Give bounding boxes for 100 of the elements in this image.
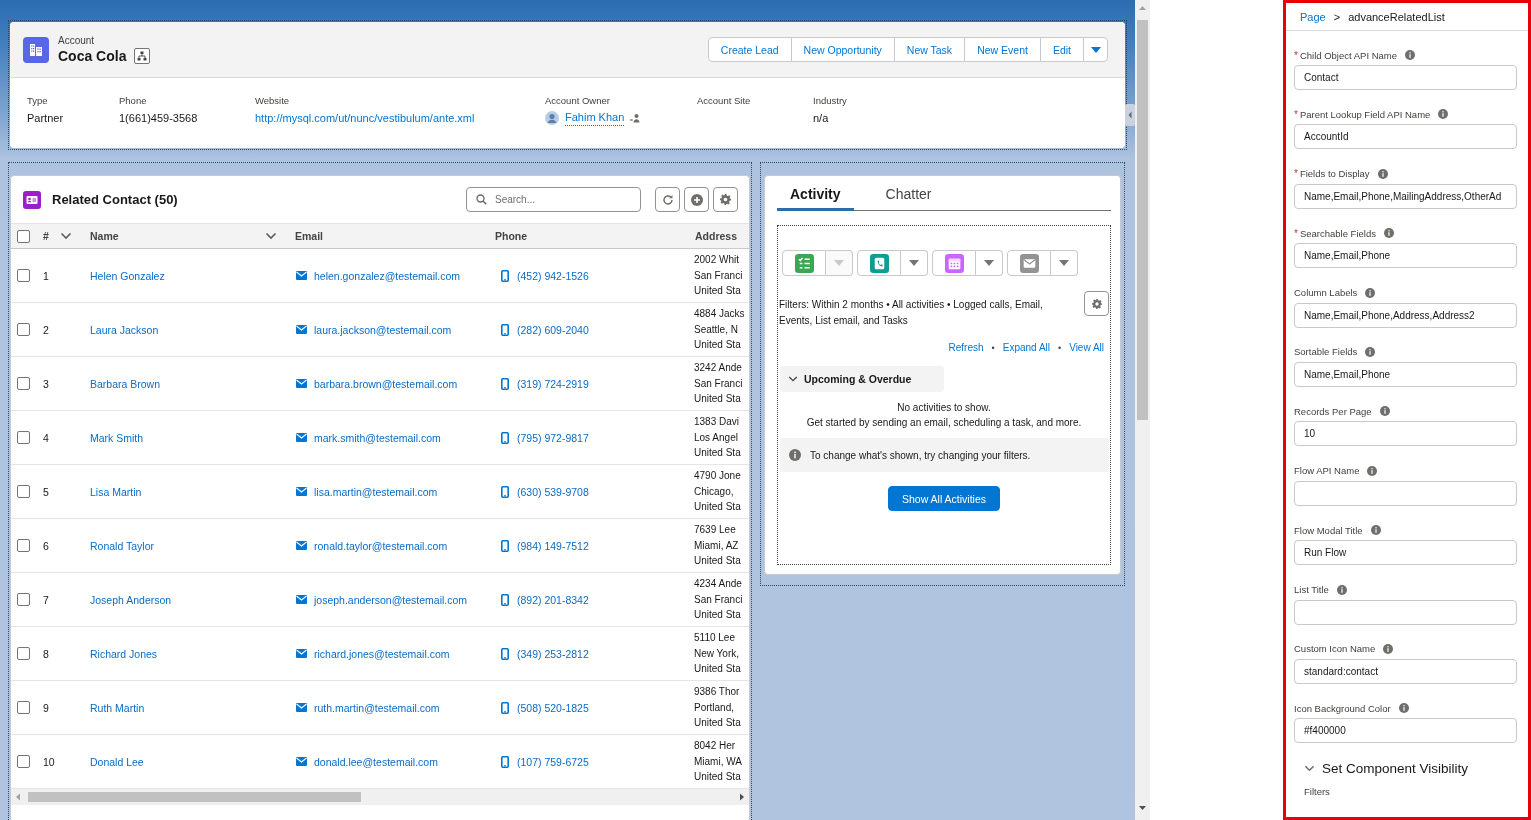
collapse-handle[interactable] — [1125, 104, 1135, 126]
action-button[interactable]: New Opportunity — [790, 37, 895, 62]
action-button[interactable]: New Task — [893, 37, 966, 62]
email-link[interactable]: richard.jones@testemail.com — [314, 647, 450, 660]
phone-link[interactable]: (892) 201-8342 — [517, 593, 589, 606]
info-icon — [1438, 109, 1449, 120]
contact-name-link[interactable]: Ruth Martin — [90, 701, 145, 714]
composer-menu-button[interactable] — [901, 250, 928, 276]
checkbox[interactable] — [17, 269, 30, 282]
search-field[interactable]: Search... — [466, 187, 641, 212]
envelope-icon — [296, 541, 307, 550]
checkbox[interactable] — [17, 701, 30, 714]
composer-button[interactable] — [782, 250, 826, 276]
contact-name-link[interactable]: Ronald Taylor — [90, 539, 154, 552]
composer-menu-button[interactable] — [976, 250, 1003, 276]
avatar-icon — [545, 111, 559, 125]
input-field[interactable]: 10 — [1294, 421, 1517, 447]
address-line: United Sta — [694, 500, 742, 515]
composer-menu-button[interactable] — [1051, 250, 1078, 276]
input-field[interactable] — [1294, 599, 1517, 625]
email-link[interactable]: lisa.martin@testemail.com — [314, 485, 438, 498]
input-field[interactable]: standard:contact — [1294, 658, 1517, 684]
owner-link[interactable]: Fahim Khan — [565, 110, 625, 126]
add-button[interactable] — [684, 187, 709, 212]
input-field[interactable]: Run Flow — [1294, 540, 1517, 566]
checkbox[interactable] — [17, 593, 30, 606]
activity-link[interactable]: View All — [1069, 342, 1104, 353]
address-line: 1383 Davi — [694, 415, 741, 430]
email-link[interactable]: ronald.taylor@testemail.com — [314, 539, 448, 552]
phone-link[interactable]: (319) 724-2919 — [517, 377, 589, 390]
hierarchy-button[interactable] — [134, 48, 151, 64]
contact-name-link[interactable]: Donald Lee — [90, 755, 144, 768]
action-button[interactable]: New Event — [964, 37, 1041, 62]
required-mark: * — [1294, 227, 1298, 239]
action-button[interactable]: Create Lead — [707, 37, 792, 62]
phone-link[interactable]: (349) 253-2812 — [517, 647, 589, 660]
email-link[interactable]: joseph.anderson@testemail.com — [314, 593, 468, 606]
person-icon[interactable] — [630, 112, 642, 124]
website-link[interactable]: http://mysql.com/ut/nunc/vestibulum/ante.xml — [255, 110, 545, 126]
horizontal-scrollbar[interactable] — [11, 789, 749, 805]
phone-link[interactable]: (508) 520-1825 — [517, 701, 589, 714]
input-field[interactable]: Name,Email,Phone,MailingAddress,OtherAd — [1294, 183, 1517, 209]
section-header[interactable]: Set Component Visibility — [1295, 760, 1469, 776]
activity-link[interactable]: Refresh — [948, 342, 984, 353]
contact-name-link[interactable]: Helen Gonzalez — [90, 269, 165, 282]
required-mark: * — [1294, 108, 1298, 120]
checkbox[interactable] — [17, 755, 30, 768]
tab[interactable]: Activity — [777, 176, 854, 211]
field-label: Icon Background Color — [1294, 702, 1391, 714]
breadcrumb-link[interactable]: Page — [1300, 10, 1326, 23]
input-field[interactable]: Contact — [1294, 65, 1517, 90]
phone-link[interactable]: (107) 759-6725 — [517, 755, 589, 768]
email-link[interactable]: ruth.martin@testemail.com — [314, 701, 440, 714]
mobile-phone-icon — [501, 431, 509, 444]
contact-name-link[interactable]: Barbara Brown — [90, 377, 161, 390]
phone-link[interactable]: (282) 609-2040 — [517, 323, 589, 336]
more-actions-button[interactable] — [1083, 37, 1108, 62]
composer-button[interactable] — [1007, 250, 1051, 276]
email-link[interactable]: barbara.brown@testemail.com — [314, 377, 458, 390]
address-line: New York, — [694, 646, 741, 661]
contact-name-link[interactable]: Joseph Anderson — [90, 593, 172, 606]
refresh-button[interactable] — [655, 187, 680, 212]
input-field[interactable]: AccountId — [1294, 124, 1517, 150]
contact-name-link[interactable]: Mark Smith — [90, 431, 144, 444]
tab[interactable]: Chatter — [872, 176, 945, 211]
input-field[interactable]: Name,Email,Phone — [1294, 361, 1517, 387]
input-field[interactable]: #f400000 — [1294, 718, 1517, 744]
address-line: United Sta — [694, 608, 742, 623]
email-link[interactable]: laura.jackson@testemail.com — [314, 323, 452, 336]
composer-button[interactable] — [932, 250, 976, 276]
checkbox[interactable] — [17, 485, 30, 498]
address-line: San Franci — [694, 268, 744, 283]
section-header[interactable]: Upcoming & Overdue — [780, 366, 944, 392]
checkbox[interactable] — [17, 323, 30, 336]
action-button[interactable]: Edit — [1039, 37, 1084, 62]
input-field[interactable] — [1294, 480, 1517, 506]
checkbox[interactable] — [17, 229, 30, 243]
contact-name-link[interactable]: Lisa Martin — [90, 485, 142, 498]
filter-settings-button[interactable] — [1084, 291, 1109, 316]
phone-link[interactable]: (795) 972-9817 — [517, 431, 589, 444]
email-link[interactable]: mark.smith@testemail.com — [314, 431, 441, 444]
contact-name-link[interactable]: Laura Jackson — [90, 323, 159, 336]
input-field[interactable]: Name,Email,Phone — [1294, 243, 1517, 269]
checkbox[interactable] — [17, 377, 30, 390]
activity-link[interactable]: Expand All — [1002, 342, 1050, 353]
settings-button[interactable] — [713, 187, 738, 212]
show-all-activities-button[interactable]: Show All Activities — [887, 486, 1000, 511]
checkbox[interactable] — [17, 431, 30, 444]
vertical-scrollbar[interactable] — [1135, 0, 1150, 820]
contact-name-link[interactable]: Richard Jones — [90, 647, 158, 660]
phone-link[interactable]: (984) 149-7512 — [517, 539, 589, 552]
checkbox[interactable] — [17, 539, 30, 552]
field-label: Fields to Display — [1299, 168, 1370, 180]
phone-link[interactable]: (630) 539-9708 — [517, 485, 589, 498]
composer-button[interactable] — [857, 250, 901, 276]
email-link[interactable]: helen.gonzalez@testemail.com — [314, 269, 461, 282]
email-link[interactable]: donald.lee@testemail.com — [314, 755, 438, 768]
phone-link[interactable]: (452) 942-1526 — [517, 269, 589, 282]
input-field[interactable]: Name,Email,Phone,Address,Address2 — [1294, 302, 1517, 328]
checkbox[interactable] — [17, 647, 30, 660]
